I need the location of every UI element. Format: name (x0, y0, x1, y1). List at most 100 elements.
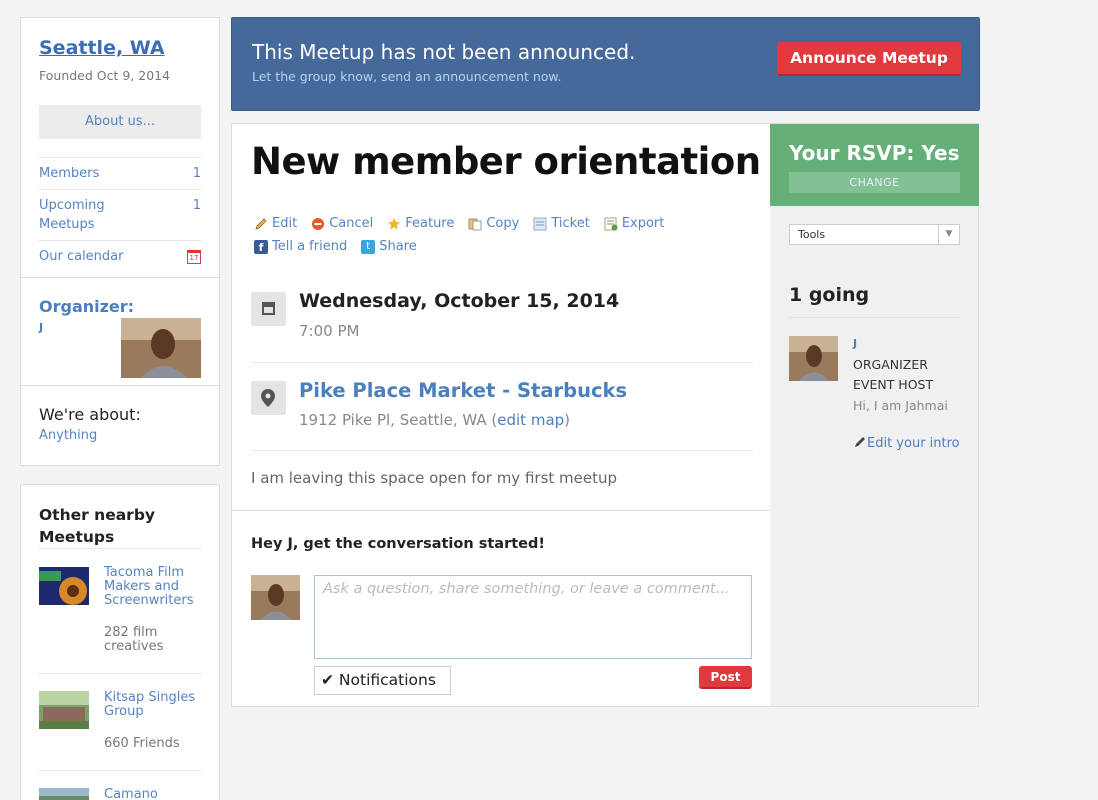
change-rsvp-button[interactable]: CHANGE (789, 172, 960, 193)
nearby-thumb-tacoma[interactable] (39, 567, 89, 605)
divider (232, 510, 770, 511)
event-date: Wednesday, October 15, 2014 (299, 290, 620, 312)
notifications-toggle[interactable]: ✔ Notifications (314, 666, 451, 695)
copy-label: Copy (486, 216, 520, 231)
event-card: New member orientation Edit Cancel Featu… (231, 123, 771, 707)
edit-intro-link[interactable]: Edit your intro (854, 435, 960, 451)
nearby-item-name[interactable]: Kitsap Singles Group (104, 691, 204, 719)
feature-action[interactable]: Feature (387, 216, 454, 231)
members-label: Members (39, 166, 100, 181)
nearby-thumb-camano[interactable] (39, 788, 89, 800)
feature-label: Feature (405, 216, 455, 231)
attendee-role-organizer: ORGANIZER (853, 357, 928, 372)
ticket-icon (533, 217, 547, 230)
share-action[interactable]: t Share (361, 239, 417, 254)
group-card: Seattle, WA Founded Oct 9, 2014 About us… (20, 17, 220, 466)
pencil-icon (855, 437, 865, 447)
upcoming-count: 1 (192, 198, 201, 213)
conversation-prompt: Hey J, get the conversation started! (251, 536, 545, 552)
banner-subtitle-link[interactable]: Let the group know, send an announcement… (252, 69, 562, 84)
tools-label: Tools (798, 228, 826, 241)
nearby-item-count: 282 film creatives (104, 625, 164, 654)
divider (21, 385, 219, 386)
twitter-icon: t (361, 239, 376, 254)
nearby-title: Other nearby Meetups (39, 506, 156, 546)
organizer-name-link[interactable]: J (39, 321, 43, 334)
rsvp-panel: Your RSVP: Yes CHANGE Tools ▼ 1 going J … (770, 123, 979, 707)
calendar-label: Our calendar (39, 249, 124, 264)
export-action[interactable]: Export (604, 216, 665, 231)
attendee-roles: ORGANIZER EVENT HOST (853, 355, 933, 395)
nearby-thumb-kitsap[interactable] (39, 691, 89, 729)
facebook-icon: f (254, 239, 268, 254)
divider (789, 317, 960, 318)
attendee-intro: Hi, I am Jahmai (853, 398, 948, 413)
cancel-icon (312, 217, 325, 230)
rsvp-status: Your RSVP: Yes (789, 141, 960, 165)
cancel-label: Cancel (329, 216, 374, 231)
pencil-icon (255, 217, 267, 230)
attendee-name-link[interactable]: J (853, 337, 857, 350)
sidebar-item-calendar[interactable]: Our calendar 17 (39, 240, 201, 272)
about-label: We're about: (39, 405, 141, 424)
copy-icon (468, 218, 482, 230)
announce-banner: This Meetup has not been announced. Let … (231, 17, 980, 111)
divider (39, 673, 201, 674)
announce-meetup-button[interactable]: Announce Meetup (777, 42, 961, 76)
divider (39, 770, 201, 771)
sidebar-item-members[interactable]: Members 1 (39, 157, 201, 189)
chevron-down-icon: ▼ (938, 225, 959, 244)
edit-action[interactable]: Edit (254, 216, 297, 231)
event-description: I am leaving this space open for my firs… (251, 469, 618, 487)
tools-select[interactable]: Tools ▼ (789, 224, 960, 245)
divider (21, 277, 219, 278)
organizer-photo[interactable] (121, 318, 201, 378)
copy-action[interactable]: Copy (468, 216, 519, 231)
calendar-date-icon (251, 292, 286, 326)
about-topic-link[interactable]: Anything (39, 428, 97, 443)
divider (251, 362, 753, 363)
about-us-button[interactable]: About us... (39, 105, 201, 139)
edit-label: Edit (272, 216, 298, 231)
organizer-label: Organizer: (39, 297, 135, 316)
attendee-role-host: EVENT HOST (853, 377, 934, 392)
comment-input[interactable]: Ask a question, share something, or leav… (314, 575, 752, 659)
going-count: 1 going (789, 284, 870, 306)
attendee-avatar[interactable] (789, 336, 838, 381)
founded-date: Founded Oct 9, 2014 (39, 68, 171, 83)
edit-intro-label: Edit your intro (867, 436, 960, 451)
share-label: Share (379, 239, 417, 254)
group-links: Members 1 Upcoming Meetups 1 Our calenda… (39, 157, 201, 272)
event-time: 7:00 PM (299, 322, 360, 340)
address-close: ) (564, 411, 571, 429)
address-text: 1912 Pike Pl, Seattle, WA ( (299, 411, 498, 429)
location-pin-icon (251, 381, 286, 415)
calendar-icon: 17 (187, 250, 201, 264)
divider (251, 450, 753, 451)
event-title: New member orientation (251, 140, 761, 183)
venue-name-link[interactable]: Pike Place Market - Starbucks (299, 379, 627, 402)
group-name-link[interactable]: Seattle, WA (39, 37, 165, 59)
ticket-action[interactable]: Ticket (533, 216, 590, 231)
members-count: 1 (192, 166, 201, 181)
venue-address: 1912 Pike Pl, Seattle, WA (edit map) (299, 411, 570, 429)
nearby-item-count: 660 Friends (104, 736, 180, 751)
ticket-label: Ticket (551, 216, 590, 231)
nearby-item-name[interactable]: Camano (104, 788, 204, 800)
post-button[interactable]: Post (699, 666, 752, 689)
event-actions: Edit Cancel Feature Copy Ticket Export f… (254, 212, 754, 258)
cancel-action[interactable]: Cancel (311, 216, 373, 231)
user-avatar (251, 575, 300, 620)
sidebar-item-upcoming-meetups[interactable]: Upcoming Meetups 1 (39, 189, 201, 240)
tell-a-friend-action[interactable]: f Tell a friend (254, 239, 347, 254)
nearby-meetups-card: Other nearby Meetups Tacoma Film Makers … (20, 484, 220, 800)
export-label: Export (621, 216, 665, 231)
check-icon: ✔ (321, 671, 339, 689)
tell-a-friend-label: Tell a friend (272, 239, 348, 254)
edit-map-link[interactable]: edit map (497, 411, 564, 429)
nearby-item-name[interactable]: Tacoma Film Makers and Screenwriters (104, 566, 204, 608)
star-icon (388, 217, 401, 229)
divider (39, 548, 201, 549)
banner-title: This Meetup has not been announced. (252, 40, 636, 64)
upcoming-label: Upcoming Meetups (39, 198, 105, 232)
